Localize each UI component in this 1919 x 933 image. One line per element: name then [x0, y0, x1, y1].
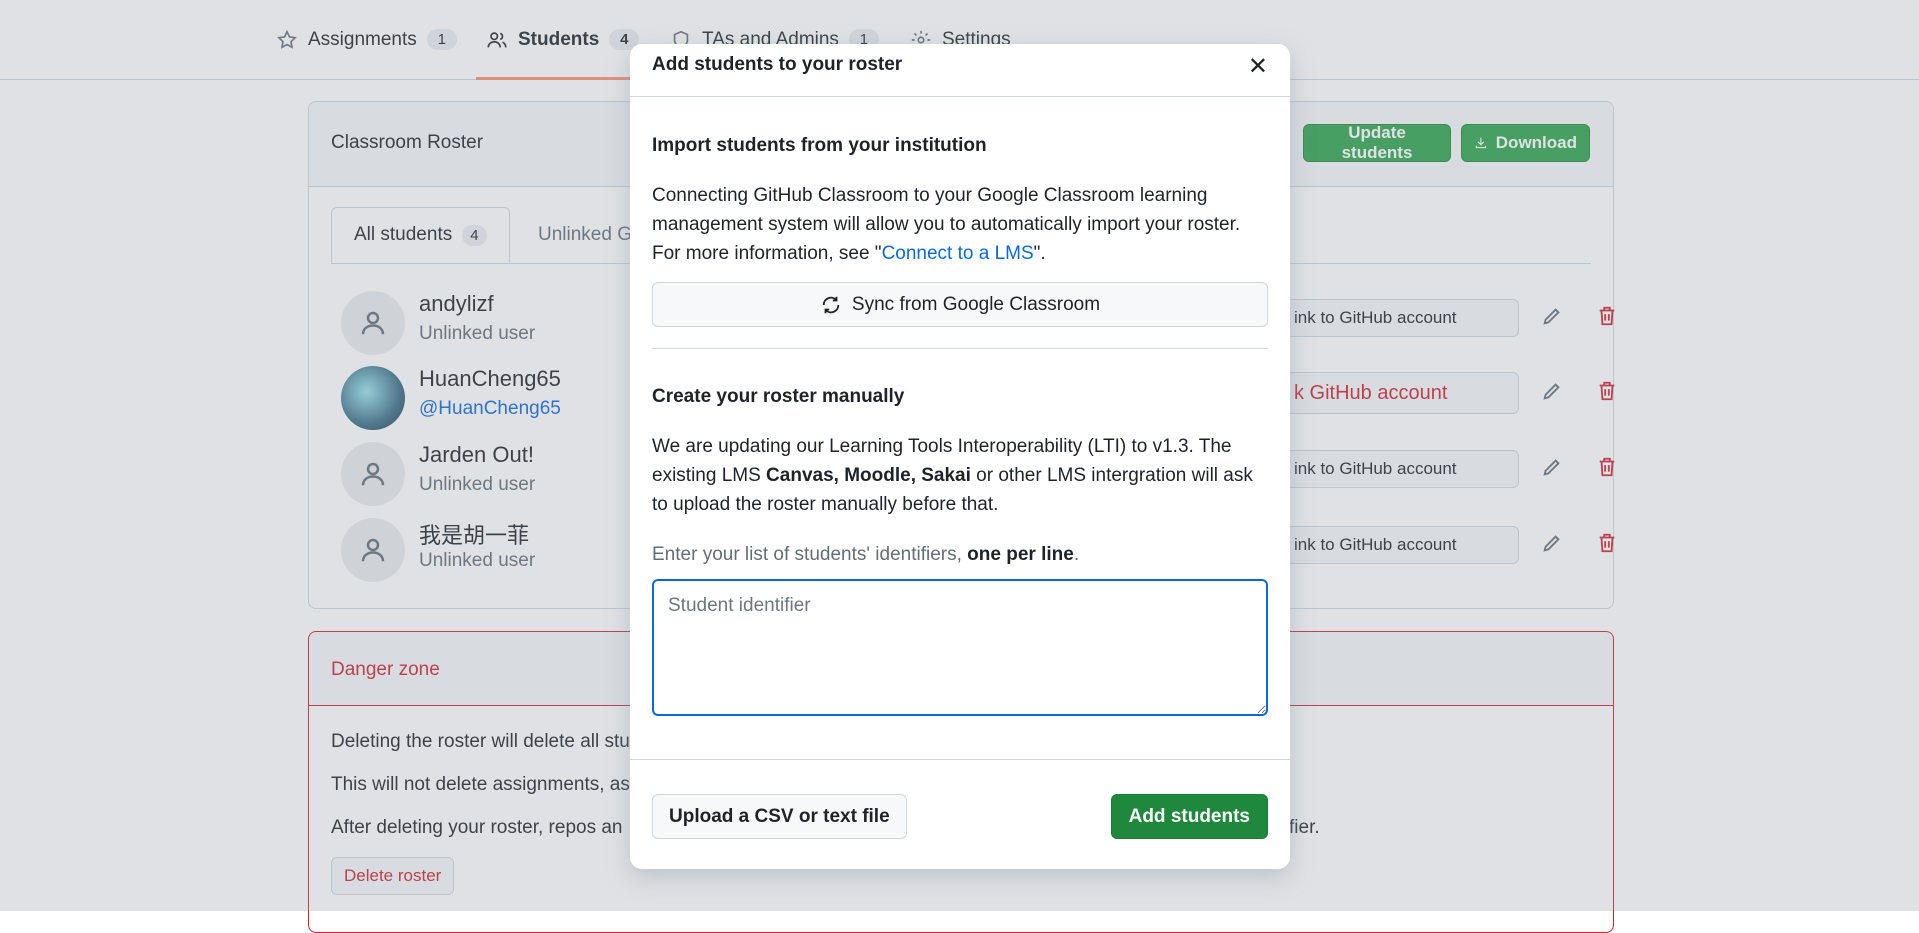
student-identifiers-input[interactable] — [652, 579, 1268, 716]
sync-icon — [822, 296, 840, 313]
manual-description: We are updating our Learning Tools Inter… — [652, 432, 1268, 519]
close-icon[interactable]: ✕ — [1248, 52, 1268, 81]
divider — [652, 348, 1268, 349]
page: Assignments 1 Students 4 TAs and Admins … — [0, 0, 1919, 933]
manual-heading: Create your roster manually — [652, 386, 905, 407]
import-description: Connecting GitHub Classroom to your Goog… — [652, 181, 1268, 268]
connect-lms-link[interactable]: Connect to a LMS — [882, 243, 1034, 264]
modal-title: Add students to your roster — [652, 54, 903, 75]
modal-footer-divider — [630, 759, 1290, 760]
hint-end: . — [1073, 544, 1080, 565]
import-heading: Import students from your institution — [652, 135, 987, 156]
sync-label: Sync from Google Classroom — [851, 293, 1101, 315]
modal-header: Add students to your roster ✕ — [630, 44, 1290, 97]
upload-csv-button[interactable]: Upload a CSV or text file — [652, 794, 907, 839]
hint-bold: one per line — [967, 544, 1074, 565]
identifiers-hint: Enter your list of students' identifiers… — [652, 544, 1079, 566]
add-students-modal: Add students to your roster ✕ Import stu… — [630, 44, 1290, 869]
import-text-end: ". — [1033, 243, 1046, 264]
hint-text: Enter your list of students' identifiers… — [652, 544, 968, 565]
manual-lms-names: Canvas, Moodle, Sakai — [766, 465, 971, 486]
add-students-button[interactable]: Add students — [1110, 794, 1268, 839]
sync-google-classroom-button[interactable]: Sync from Google Classroom — [652, 282, 1268, 327]
